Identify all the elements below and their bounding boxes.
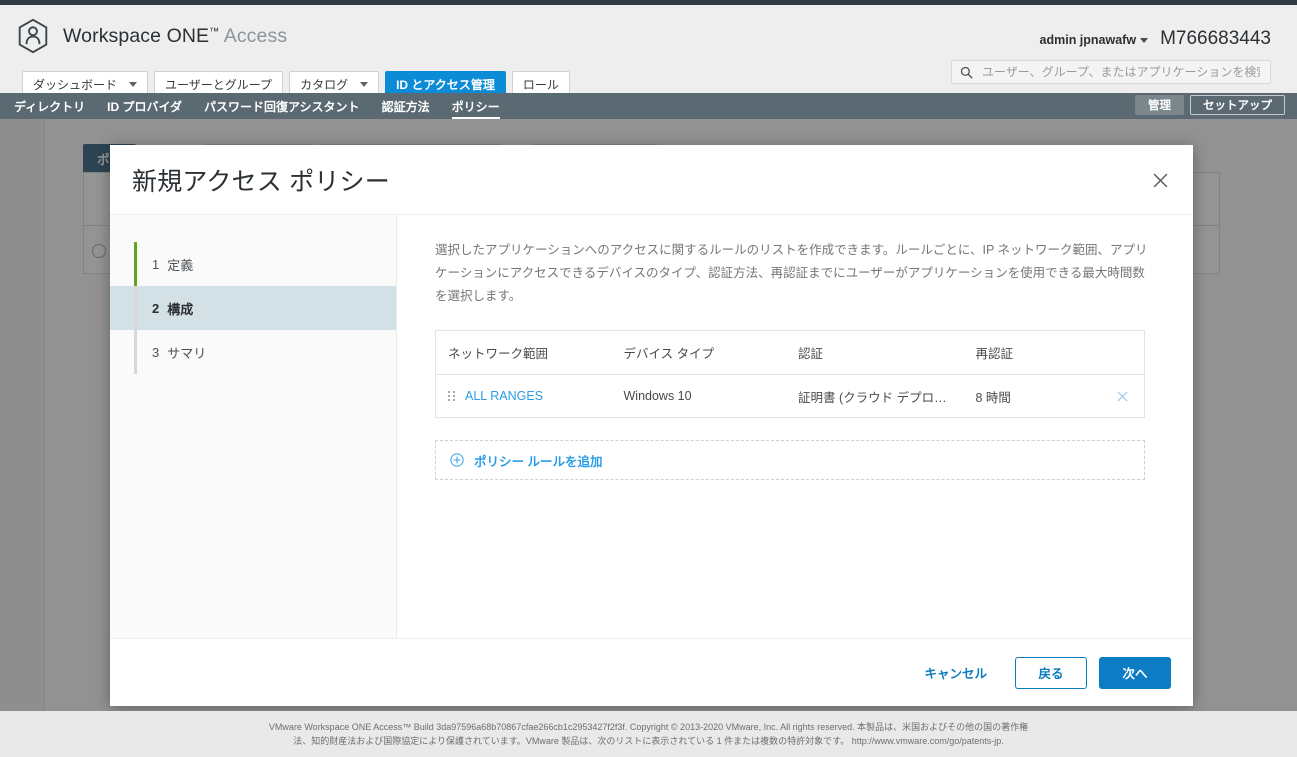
modal-title: 新規アクセス ポリシー <box>132 167 390 196</box>
workspace-one-hexagon-person-icon <box>18 18 48 54</box>
wizard-step-configuration[interactable]: 2 構成 <box>110 286 396 330</box>
table-header-row: ネットワーク範囲 デバイス タイプ 認証 再認証 <box>436 331 1144 375</box>
add-policy-rule-label: ポリシー ルールを追加 <box>474 454 603 469</box>
close-icon[interactable] <box>1149 169 1171 191</box>
wizard-step-number: 1 <box>152 256 160 272</box>
subnav-item-policies[interactable]: ポリシー <box>452 93 500 119</box>
secondary-nav-items: ディレクトリ ID プロバイダ パスワード回復アシスタント 認証方法 ポリシー <box>0 93 500 119</box>
cell-authentication: 証明書 (クラウド デプロ… <box>798 390 947 405</box>
user-name-label: admin jpnawafw <box>1039 33 1137 47</box>
nav-tab-label: ID とアクセス管理 <box>396 78 495 92</box>
new-access-policy-modal: 新規アクセス ポリシー 1 定義 2 構成 3 サマリ 選択したアプリケーション… <box>110 145 1193 706</box>
column-header-authentication: 認証 <box>798 347 824 361</box>
wizard-step-label: 定義 <box>167 257 194 273</box>
modal-header: 新規アクセス ポリシー <box>110 145 1193 214</box>
cell-device-type: Windows 10 <box>623 389 692 403</box>
network-range-link[interactable]: ALL RANGES <box>465 389 543 403</box>
modal-body: 1 定義 2 構成 3 サマリ 選択したアプリケーションへのアクセスに関するルー… <box>110 214 1193 638</box>
table-row[interactable]: ALL RANGES Windows 10 証明書 (クラウド デプロ… 8 時… <box>436 375 1144 417</box>
remove-row-icon[interactable] <box>1117 390 1128 402</box>
user-menu[interactable]: admin jpnawafw <box>1040 33 1149 47</box>
back-button[interactable]: 戻る <box>1015 656 1087 689</box>
wizard-step-label: サマリ <box>167 345 207 361</box>
column-header-network-range: ネットワーク範囲 <box>448 347 549 361</box>
wizard-step-label: 構成 <box>167 301 194 317</box>
nav-tab-label: カタログ <box>300 78 349 92</box>
add-policy-rule-button[interactable]: ポリシー ルールを追加 <box>435 440 1145 480</box>
setup-button[interactable]: セットアップ <box>1190 95 1285 115</box>
wizard-step-definition[interactable]: 1 定義 <box>110 242 396 286</box>
cancel-button[interactable]: キャンセル <box>908 657 1003 689</box>
wizard-description: 選択したアプリケーションへのアクセスに関するルールのリストを作成できます。ルール… <box>435 243 1148 303</box>
wizard-rail-completed <box>134 242 137 286</box>
user-area: admin jpnawafw M766683443 <box>1040 28 1271 50</box>
brand-logo-area[interactable]: Workspace ONE™ Access <box>14 17 287 55</box>
search-input[interactable] <box>980 64 1262 80</box>
global-search[interactable] <box>951 60 1271 84</box>
wizard-step-number: 3 <box>152 344 160 360</box>
subnav-item-identity-providers[interactable]: ID プロバイダ <box>107 93 182 119</box>
chevron-down-icon <box>360 82 369 87</box>
application-root: Workspace ONE™ Access admin jpnawafw M76… <box>0 0 1297 757</box>
manage-button[interactable]: 管理 <box>1135 95 1184 115</box>
nav-tab-label: ユーザーとグループ <box>165 78 273 92</box>
chevron-down-icon <box>129 82 138 87</box>
brand-name: Workspace ONE <box>63 24 210 47</box>
modal-footer: キャンセル 戻る 次へ <box>110 638 1193 706</box>
footer-copyright-line-2: 法、知的財産法および国際協定により保護されています。VMware 製品は、次のリ… <box>293 736 1004 746</box>
next-button[interactable]: 次へ <box>1099 656 1171 689</box>
wizard-step-number: 2 <box>152 300 160 316</box>
subnav-item-password-recovery-assistant[interactable]: パスワード回復アシスタント <box>204 93 360 119</box>
cell-network-range: ALL RANGES <box>436 389 624 403</box>
cell-actions <box>1100 390 1144 402</box>
brand-title: Workspace ONE™ Access <box>63 25 287 48</box>
subnav-mode-toggle: 管理 セットアップ <box>1135 95 1285 115</box>
nav-tab-label: ロール <box>522 78 559 92</box>
brand-trademark: ™ <box>209 26 220 37</box>
plus-circle-icon <box>450 453 464 467</box>
nav-tab-label: ダッシュボード <box>33 78 118 92</box>
chevron-down-icon <box>1140 38 1149 44</box>
column-header-device-type: デバイス タイプ <box>623 347 715 361</box>
tenant-id: M766683443 <box>1160 28 1271 49</box>
subnav-item-authentication-methods[interactable]: 認証方法 <box>382 93 430 119</box>
column-header-reauthenticate: 再認証 <box>975 347 1013 361</box>
close-x-glyph <box>1153 173 1167 187</box>
brand-product: Access <box>223 24 288 47</box>
app-header: Workspace ONE™ Access admin jpnawafw M76… <box>0 5 1297 97</box>
wizard-content-pane: 選択したアプリケーションへのアクセスに関するルールのリストを作成できます。ルール… <box>397 215 1193 638</box>
drag-handle-icon[interactable] <box>448 391 455 401</box>
cell-reauthenticate: 8 時間 <box>975 390 1011 405</box>
wizard-step-nav: 1 定義 2 構成 3 サマリ <box>110 215 397 638</box>
wizard-step-summary[interactable]: 3 サマリ <box>110 330 396 374</box>
policy-rules-table: ネットワーク範囲 デバイス タイプ 認証 再認証 ALL RANGES Wind… <box>435 330 1145 418</box>
search-icon <box>960 66 973 79</box>
secondary-nav-bar: ディレクトリ ID プロバイダ パスワード回復アシスタント 認証方法 ポリシー … <box>0 93 1297 119</box>
page-footer: VMware Workspace ONE Access™ Build 3da97… <box>0 711 1297 757</box>
subnav-item-directories[interactable]: ディレクトリ <box>14 93 85 119</box>
footer-copyright-line-1: VMware Workspace ONE Access™ Build 3da97… <box>268 722 1029 732</box>
